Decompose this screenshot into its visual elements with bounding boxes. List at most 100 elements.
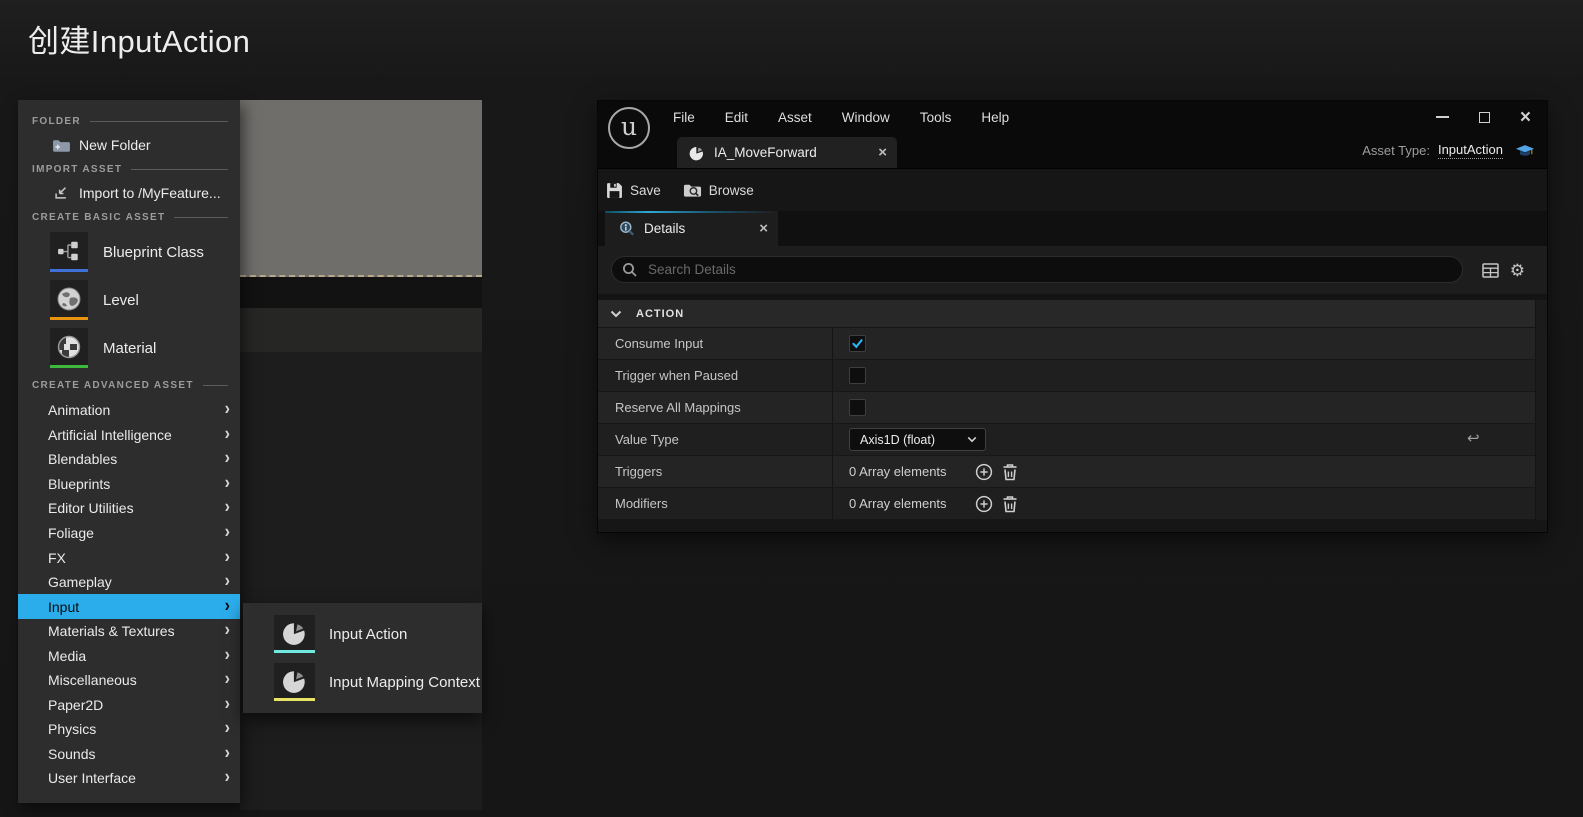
search-details-input[interactable]	[646, 261, 1270, 278]
menu-item-physics[interactable]: Physics›	[18, 717, 240, 742]
asset-pie-icon	[689, 145, 705, 161]
chevron-down-icon	[967, 436, 977, 443]
menu-item-label: Input	[48, 599, 225, 615]
chevron-right-icon: ›	[225, 597, 230, 615]
menu-item-artificial-intelligence[interactable]: Artificial Intelligence›	[18, 423, 240, 448]
menu-item-miscellaneous[interactable]: Miscellaneous›	[18, 668, 240, 693]
close-button[interactable]: ×	[1520, 108, 1531, 127]
menu-item-user-interface[interactable]: User Interface›	[18, 766, 240, 791]
menu-item-foliage[interactable]: Foliage›	[18, 521, 240, 546]
content-browser-strip-dark	[240, 277, 482, 308]
submenu-item-input-action[interactable]: Input Action	[243, 610, 482, 658]
category-label: ACTION	[636, 308, 684, 320]
menu-item-level[interactable]: Level	[18, 276, 240, 324]
asset-color-bar	[274, 650, 315, 653]
chevron-right-icon: ›	[225, 450, 230, 468]
submenu-item-input-mapping-context[interactable]: Input Mapping Context	[243, 658, 482, 706]
graduation-cap-icon[interactable]	[1515, 143, 1535, 159]
browse-button[interactable]: Browse	[683, 182, 754, 199]
array-elements-count: 0 Array elements	[849, 496, 975, 511]
gear-icon[interactable]: ⚙	[1510, 262, 1525, 279]
value-type-dropdown[interactable]: Axis1D (float)	[849, 428, 986, 451]
save-button[interactable]: Save	[606, 182, 661, 199]
property-name: Consume Input	[598, 328, 833, 359]
delete-all-elements-trash-icon[interactable]	[1002, 495, 1018, 513]
menu-item-label: Material	[103, 340, 156, 357]
window-bottom-strip	[598, 520, 1547, 532]
details-tab-row: Details ×	[598, 211, 1547, 246]
globe-icon	[50, 280, 88, 320]
menu-item-animation[interactable]: Animation›	[18, 398, 240, 423]
screenshot-stage: 创建InputAction FOLDER New Folder IMPORT A…	[0, 0, 1583, 817]
menu-item-material[interactable]: Material	[18, 324, 240, 372]
asset-tab-close-icon[interactable]: ×	[878, 145, 887, 160]
add-element-icon[interactable]	[975, 495, 993, 513]
chevron-right-icon: ›	[225, 475, 230, 493]
menu-item-input[interactable]: Input›	[18, 594, 240, 619]
menu-item-label: FX	[48, 550, 225, 566]
property-row-consume-input: Consume Input	[598, 328, 1547, 360]
trigger-when-paused-checkbox[interactable]	[849, 367, 866, 384]
window-title-bar[interactable]: File Edit Asset Window Tools Help ×	[598, 101, 1547, 133]
menu-item-blueprints[interactable]: Blueprints›	[18, 472, 240, 497]
chevron-right-icon: ›	[225, 573, 230, 591]
chevron-right-icon: ›	[225, 696, 230, 714]
minimize-button[interactable]	[1436, 116, 1449, 118]
property-value	[833, 360, 1547, 391]
search-details-field[interactable]	[611, 256, 1463, 283]
property-value: 0 Array elements	[833, 488, 1547, 519]
asset-type-label: Asset Type:	[1362, 143, 1430, 158]
property-value	[833, 328, 1547, 359]
save-floppy-icon	[606, 182, 623, 199]
menu-item-editor-utilities[interactable]: Editor Utilities›	[18, 496, 240, 521]
menu-item-label: Editor Utilities	[48, 500, 225, 516]
menu-file[interactable]: File	[658, 110, 710, 125]
save-label: Save	[630, 183, 661, 198]
menu-item-label: Blueprint Class	[103, 244, 204, 261]
delete-all-elements-trash-icon[interactable]	[1002, 463, 1018, 481]
asset-tab[interactable]: IA_MoveForward ×	[677, 137, 897, 168]
details-tab-close-icon[interactable]: ×	[759, 221, 768, 236]
add-element-icon[interactable]	[975, 463, 993, 481]
menu-item-media[interactable]: Media›	[18, 643, 240, 668]
menu-item-blueprint-class[interactable]: Blueprint Class	[18, 228, 240, 276]
property-row-modifiers: Modifiers 0 Array elements	[598, 488, 1547, 520]
display-grid-icon[interactable]	[1482, 263, 1499, 278]
menu-item-label: New Folder	[79, 137, 151, 153]
menu-item-label: Blendables	[48, 451, 225, 467]
asset-editor-window: u File Edit Asset Window Tools Help ×	[597, 100, 1548, 533]
menu-item-blendables[interactable]: Blendables›	[18, 447, 240, 472]
menu-asset[interactable]: Asset	[763, 110, 827, 125]
menu-item-import[interactable]: Import to /MyFeature...	[18, 180, 240, 206]
menu-item-label: Sounds	[48, 746, 225, 762]
reset-to-default-icon[interactable]: ↩	[1467, 431, 1480, 446]
menu-window[interactable]: Window	[827, 110, 905, 125]
asset-type-value[interactable]: InputAction	[1438, 142, 1503, 159]
property-row-trigger-when-paused: Trigger when Paused	[598, 360, 1547, 392]
search-icon	[622, 262, 638, 278]
details-scrollbar-track[interactable]	[1535, 300, 1547, 520]
details-tab[interactable]: Details ×	[605, 211, 778, 246]
chevron-right-icon: ›	[225, 745, 230, 763]
section-label: CREATE ADVANCED ASSET	[32, 380, 194, 391]
menu-item-label: Foliage	[48, 525, 225, 541]
menu-tools[interactable]: Tools	[905, 110, 967, 125]
menu-item-sounds[interactable]: Sounds›	[18, 742, 240, 767]
menu-item-paper2d[interactable]: Paper2D›	[18, 693, 240, 718]
menu-edit[interactable]: Edit	[710, 110, 763, 125]
menu-item-fx[interactable]: FX›	[18, 545, 240, 570]
menu-help[interactable]: Help	[966, 110, 1024, 125]
menu-item-gameplay[interactable]: Gameplay›	[18, 570, 240, 595]
maximize-button[interactable]	[1479, 112, 1490, 123]
menu-item-new-folder[interactable]: New Folder	[18, 132, 240, 158]
action-category-header[interactable]: ACTION	[598, 300, 1547, 328]
chevron-right-icon: ›	[225, 647, 230, 665]
consume-input-checkbox-checked[interactable]	[849, 335, 866, 352]
property-row-triggers: Triggers 0 Array elements	[598, 456, 1547, 488]
folder-plus-icon	[51, 136, 71, 154]
menu-item-materials-textures[interactable]: Materials & Textures›	[18, 619, 240, 644]
details-tab-label: Details	[644, 221, 759, 236]
reserve-all-mappings-checkbox[interactable]	[849, 399, 866, 416]
menu-item-label: Materials & Textures	[48, 623, 225, 639]
chevron-right-icon: ›	[225, 548, 230, 566]
